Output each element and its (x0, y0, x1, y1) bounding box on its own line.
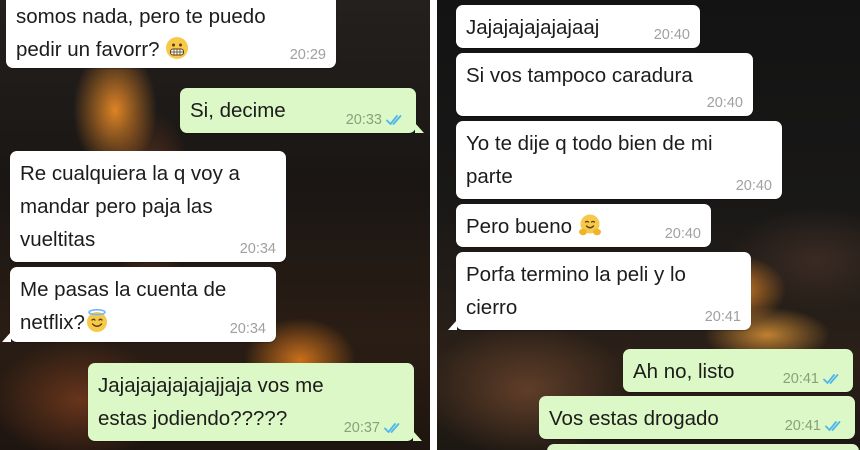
message-bubble-incoming[interactable]: Si vos tampoco caradura 20:40 (456, 53, 753, 116)
message-meta: 20:34 (230, 320, 266, 338)
bubble-tail (415, 123, 424, 133)
message-meta: 20:41 (783, 370, 843, 388)
message-text: Pero bueno (466, 215, 578, 238)
message-text: Vos estas drogado (549, 407, 719, 430)
read-ticks-icon (386, 115, 402, 125)
bubble-tail (413, 431, 422, 441)
message-meta: 20:33 (346, 111, 406, 129)
message-bubble-incoming[interactable]: somos nada, pero te puedo pedir un favor… (6, 0, 336, 68)
message-meta: 20:40 (654, 26, 690, 44)
chat-screenshot-left: somos nada, pero te puedo pedir un favor… (0, 0, 430, 450)
message-time: 20:29 (289, 47, 326, 63)
grimacing-face-icon (166, 37, 189, 59)
read-ticks-icon (823, 374, 839, 384)
message-meta: 20:40 (707, 94, 743, 112)
message-meta: 20:40 (736, 177, 772, 195)
message-bubble-incoming[interactable]: Yo te dije q todo bien de mi parte 20:40 (456, 121, 782, 199)
message-meta: 20:41 (785, 417, 845, 435)
smiling-face-with-halo-icon (86, 309, 107, 332)
message-time: 20:40 (706, 95, 743, 111)
message-time: 20:37 (343, 420, 380, 436)
message-text: Re cualquiera la q voy a mandar pero paj… (20, 162, 240, 251)
message-text: Si, decime (190, 99, 286, 122)
message-time: 20:40 (735, 178, 772, 194)
message-bubble-outgoing[interactable]: Si, decime 20:33 (180, 88, 424, 133)
message-bubble-incoming[interactable]: Porfa termino la peli y lo cierro 20:41 (448, 252, 751, 330)
message-text: Yo te dije q todo bien de mi parte (466, 132, 713, 188)
bubble-tail (448, 320, 457, 330)
message-text: Si vos tampoco caradura (466, 64, 693, 87)
message-bubble-outgoing[interactable]: Ah no, listo 20:41 (623, 349, 853, 392)
message-bubble-outgoing-partial (547, 444, 859, 450)
message-text: Ah no, listo (633, 360, 735, 383)
bubble-tail (2, 332, 11, 342)
message-time: 20:34 (229, 321, 266, 337)
message-bubble-incoming[interactable]: Me pasas la cuenta de netflix? 20:34 (2, 267, 276, 342)
message-bubble-incoming[interactable]: Re cualquiera la q voy a mandar pero paj… (10, 151, 286, 262)
hugging-face-icon (578, 214, 601, 236)
message-time: 20:40 (653, 27, 690, 43)
message-text: Jajajajajajajaaj (466, 16, 600, 39)
message-time: 20:34 (239, 241, 276, 257)
message-text: Jajajajajajajajjaja vos me estas jodiend… (98, 374, 324, 430)
read-ticks-icon (825, 421, 841, 431)
message-bubble-outgoing[interactable]: Vos estas drogado 20:41 (539, 396, 855, 439)
message-text: Porfa termino la peli y lo cierro (466, 263, 686, 319)
message-time: 20:33 (345, 112, 382, 128)
message-meta: 20:41 (705, 308, 741, 326)
image-divider (430, 0, 437, 450)
message-time: 20:41 (704, 309, 741, 325)
message-text: Me pasas la cuenta de netflix? (20, 278, 227, 334)
read-ticks-icon (384, 423, 400, 433)
message-bubble-outgoing[interactable]: Jajajajajajajajjaja vos me estas jodiend… (88, 363, 422, 441)
message-meta: 20:37 (344, 419, 404, 437)
message-time: 20:41 (784, 418, 821, 434)
message-bubble-incoming[interactable]: Jajajajajajajaaj 20:40 (456, 5, 700, 48)
message-text: somos nada, pero te puedo pedir un favor… (16, 5, 266, 61)
message-meta: 20:34 (240, 240, 276, 258)
message-meta: 20:40 (665, 225, 701, 243)
message-time: 20:40 (664, 226, 701, 242)
chat-screenshot-right: Jajajajajajajaaj 20:40 Si vos tampoco ca… (437, 0, 860, 450)
message-meta: 20:29 (290, 46, 326, 64)
message-bubble-incoming[interactable]: Pero bueno 20:40 (456, 204, 711, 247)
message-time: 20:41 (782, 371, 819, 387)
